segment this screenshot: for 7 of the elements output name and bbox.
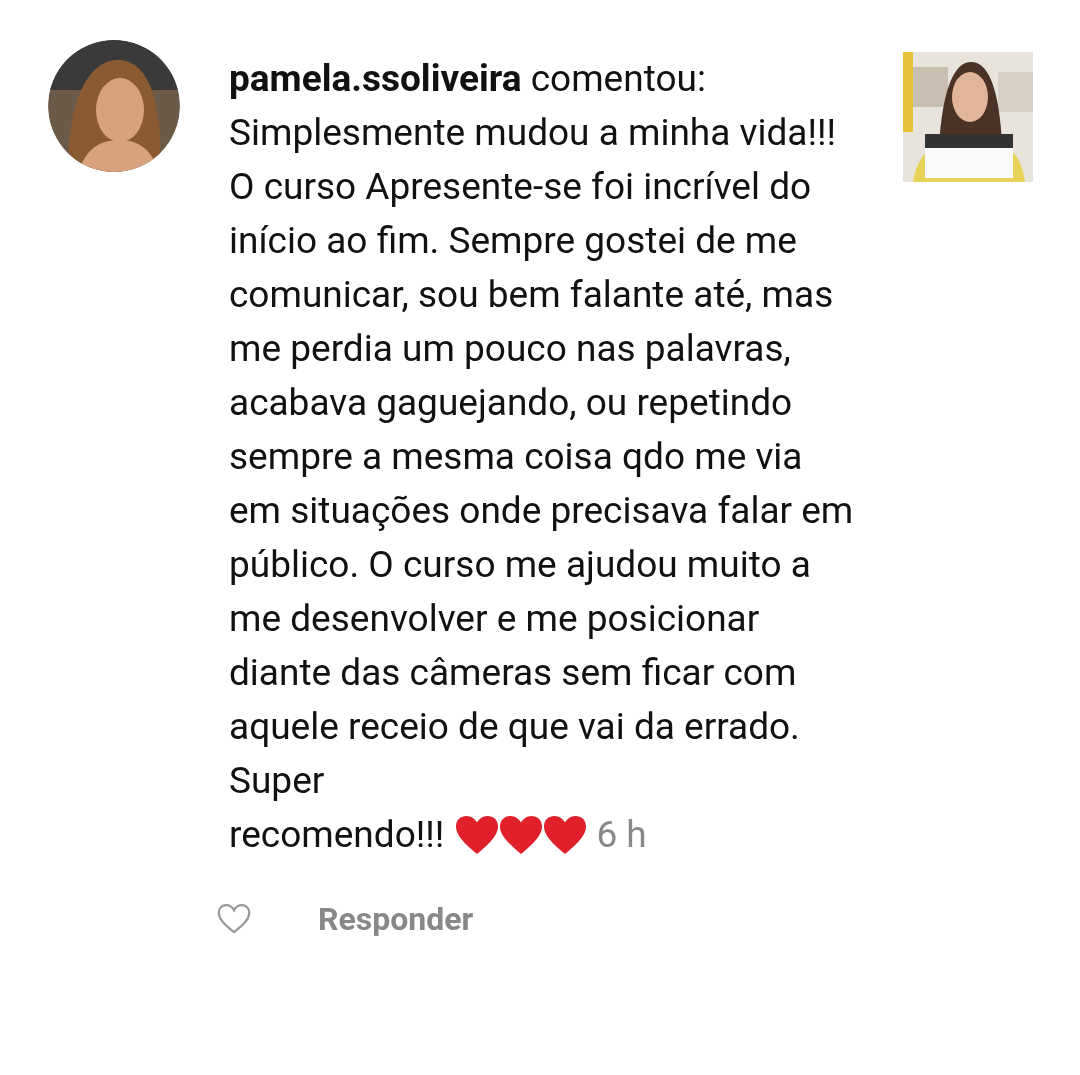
like-icon[interactable]	[216, 903, 252, 935]
reply-button[interactable]: Responder	[318, 900, 474, 938]
heart-icon	[454, 814, 501, 856]
comment-text: recomendo!!!	[229, 812, 445, 858]
timestamp: 6 h	[596, 812, 647, 858]
heart-icon	[498, 814, 545, 856]
heart-icon	[542, 814, 589, 856]
